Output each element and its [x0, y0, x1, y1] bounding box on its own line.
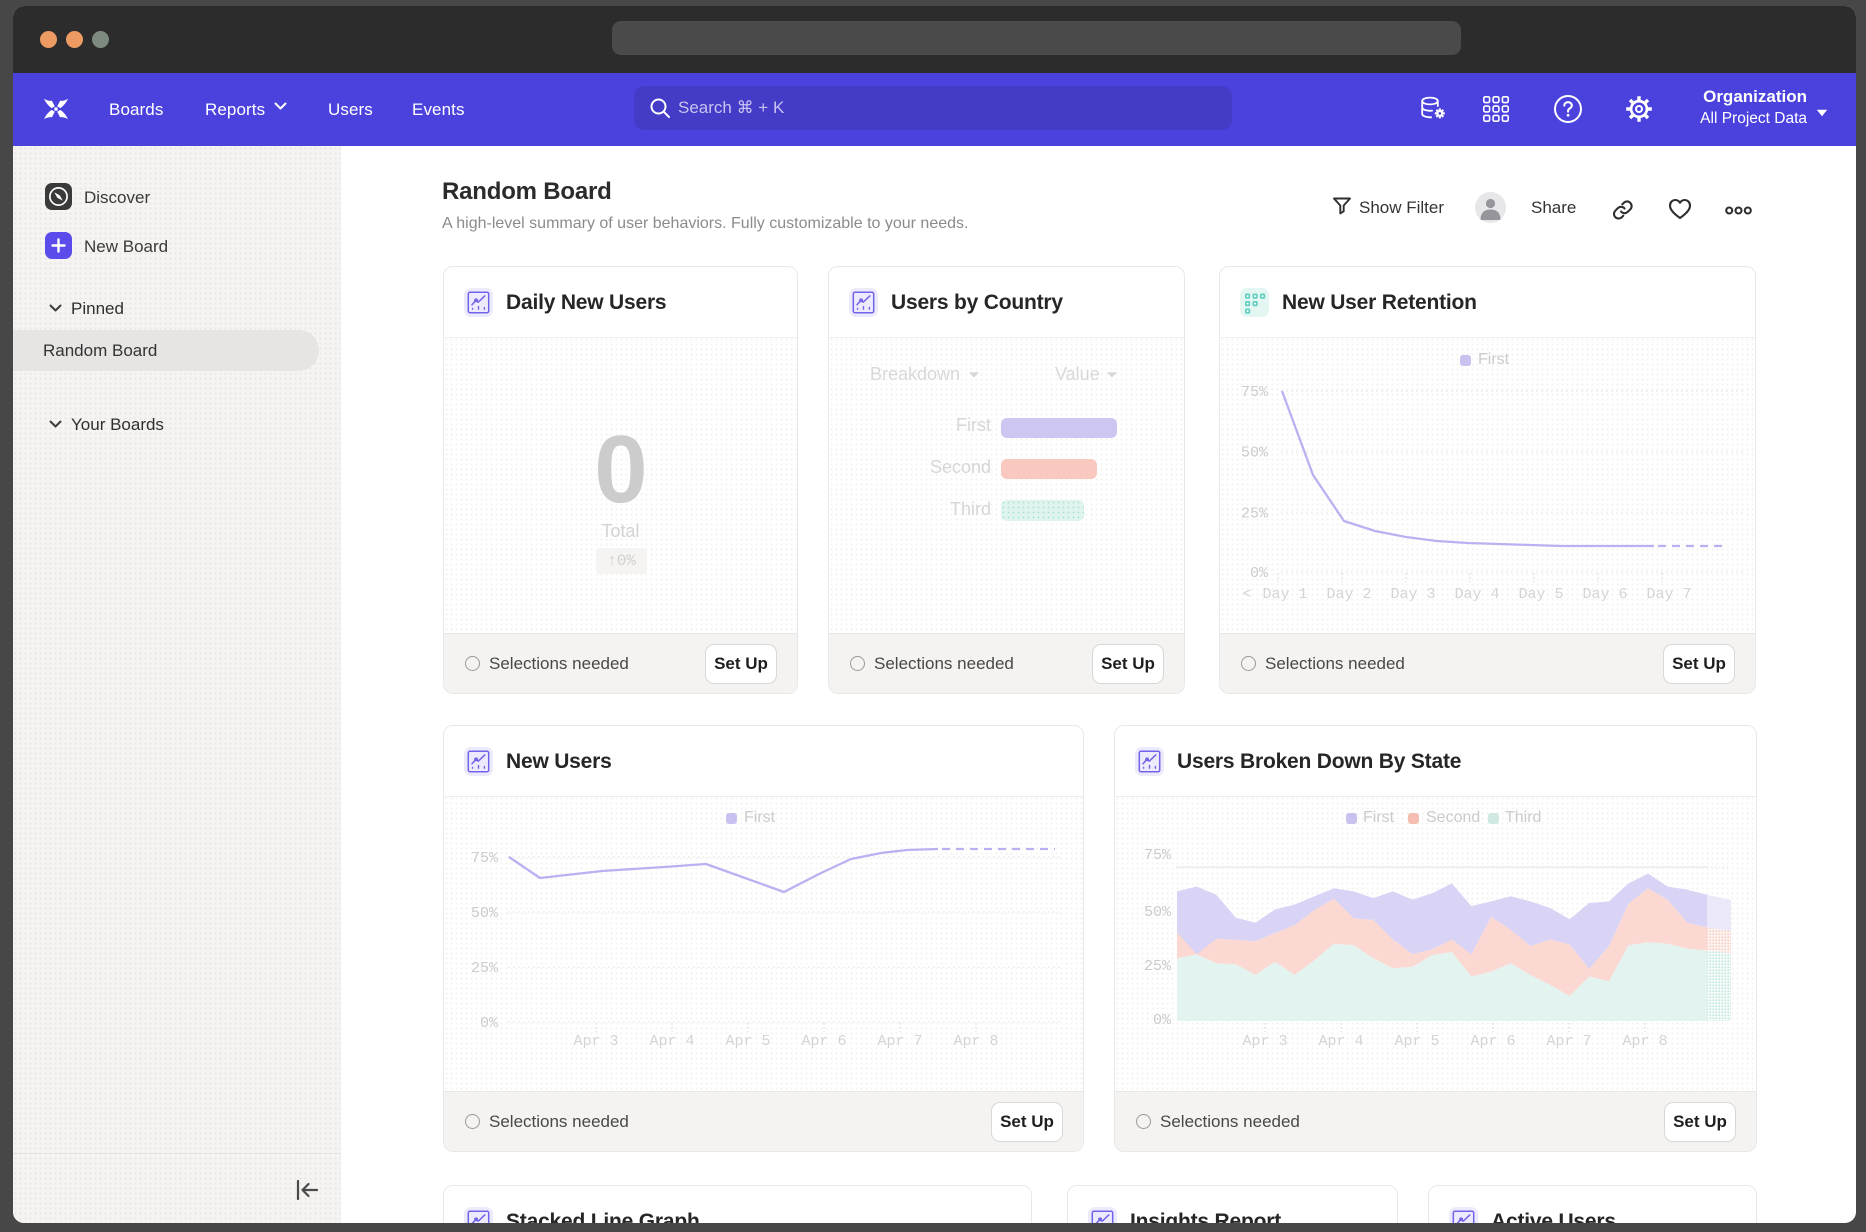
svg-text:Day 6: Day 6 [1582, 586, 1627, 603]
svg-text:Day 3: Day 3 [1390, 586, 1435, 603]
svg-text:0%: 0% [1250, 565, 1269, 582]
svg-text:25%: 25% [1241, 505, 1269, 522]
svg-text:Apr 5: Apr 5 [1394, 1033, 1439, 1050]
svg-text:75%: 75% [471, 850, 499, 867]
svg-text:<: < [1242, 586, 1251, 603]
svg-text:Day 2: Day 2 [1326, 586, 1371, 603]
svg-text:Apr 4: Apr 4 [1318, 1033, 1363, 1050]
svg-text:50%: 50% [1241, 445, 1269, 462]
svg-text:Apr 8: Apr 8 [953, 1033, 998, 1050]
svg-text:Apr 6: Apr 6 [801, 1033, 846, 1050]
svg-text:Apr 7: Apr 7 [877, 1033, 922, 1050]
svg-text:Apr 4: Apr 4 [649, 1033, 694, 1050]
svg-text:50%: 50% [471, 905, 499, 922]
svg-text:Apr 7: Apr 7 [1546, 1033, 1591, 1050]
svg-text:75%: 75% [1241, 384, 1269, 401]
svg-text:0%: 0% [480, 1015, 499, 1032]
svg-text:50%: 50% [1144, 904, 1172, 921]
svg-text:Apr 3: Apr 3 [1242, 1033, 1287, 1050]
svg-text:Day 4: Day 4 [1454, 586, 1499, 603]
svg-text:Day 1: Day 1 [1262, 586, 1307, 603]
svg-text:25%: 25% [471, 960, 499, 977]
svg-text:Day 5: Day 5 [1518, 586, 1563, 603]
svg-text:25%: 25% [1144, 958, 1172, 975]
svg-text:Day 7: Day 7 [1646, 586, 1691, 603]
svg-text:75%: 75% [1144, 847, 1172, 864]
svg-text:Apr 6: Apr 6 [1470, 1033, 1515, 1050]
svg-text:Apr 3: Apr 3 [573, 1033, 618, 1050]
svg-text:Apr 5: Apr 5 [725, 1033, 770, 1050]
svg-text:Apr 8: Apr 8 [1622, 1033, 1667, 1050]
svg-text:0%: 0% [1153, 1012, 1172, 1029]
